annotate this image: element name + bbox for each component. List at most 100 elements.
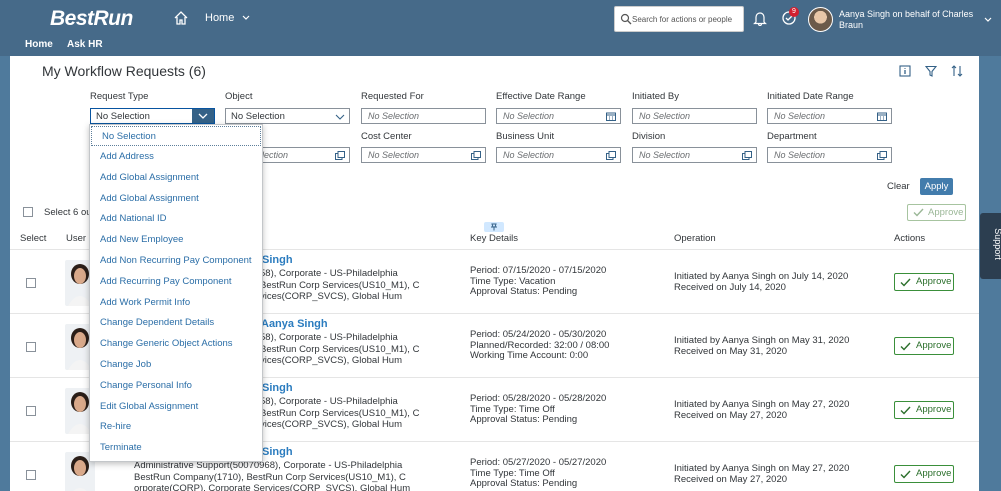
row-checkbox[interactable] [26, 470, 36, 480]
value-help-icon[interactable] [335, 151, 345, 160]
bell-icon[interactable] [753, 11, 767, 26]
support-tab[interactable]: Support [980, 213, 1001, 279]
home-menu[interactable]: Home [205, 12, 234, 24]
initiated-date-placeholder: No Selection [774, 111, 826, 121]
dropdown-item[interactable]: Add National ID [90, 209, 262, 229]
object-select[interactable]: No Selection [225, 108, 350, 124]
clear-button[interactable]: Clear [887, 181, 910, 192]
cost-center-placeholder: No Selection [368, 150, 420, 160]
user-name-link[interactable]: Singh [262, 382, 293, 394]
business-unit-field[interactable]: No Selection [496, 147, 621, 163]
object-value: No Selection [231, 111, 285, 122]
request-type-select[interactable]: No Selection [90, 108, 215, 124]
operation-info: Initiated by Aanya Singh on July 14, 202… [674, 271, 849, 293]
key-details: Period: 07/15/2020 - 07/15/2020 Time Type… [470, 265, 607, 297]
effective-date-placeholder: No Selection [503, 111, 555, 121]
operation-info: Initiated by Aanya Singh on May 31, 2020… [674, 335, 850, 357]
approve-label: Approve [916, 340, 952, 351]
initiated-by-placeholder: No Selection [639, 111, 691, 121]
key-details: Period: 05/28/2020 - 05/28/2020 Time Type… [470, 393, 607, 425]
apply-button[interactable]: Apply [920, 178, 953, 195]
filter-icon[interactable] [925, 65, 937, 77]
effective-date-range-field[interactable]: No Selection [496, 108, 621, 124]
request-type-label: Request Type [90, 91, 149, 102]
approve-button[interactable]: Approve [894, 401, 954, 419]
department-field[interactable]: No Selection [767, 147, 892, 163]
dropdown-item[interactable]: Change Personal Info [90, 376, 262, 396]
subnav-home[interactable]: Home [25, 39, 53, 50]
initiated-by-field[interactable]: No Selection [632, 108, 757, 124]
dropdown-item[interactable]: Add Non Recurring Pay Component [90, 251, 262, 271]
dropdown-item[interactable]: Change Job [90, 355, 262, 375]
department-placeholder: No Selection [774, 150, 826, 160]
business-unit-label: Business Unit [496, 131, 555, 142]
value-help-icon[interactable] [742, 151, 752, 160]
org-info: Administrative Support(50070968), Corpor… [134, 460, 411, 491]
org-info: 58), Corporate - US-Philadelphia BestRun … [260, 332, 420, 366]
dropdown-item[interactable]: Terminate [90, 438, 262, 458]
initiated-date-range-field[interactable]: No Selection [767, 108, 892, 124]
select-all-checkbox[interactable] [23, 207, 33, 217]
value-help-icon[interactable] [606, 151, 616, 160]
calendar-icon[interactable] [877, 112, 887, 121]
user-name[interactable]: Aanya Singh on behalf of Charles Braun [839, 9, 979, 31]
requested-for-field[interactable]: No Selection [361, 108, 486, 124]
chevron-down-icon[interactable] [241, 13, 251, 23]
home-icon[interactable] [173, 10, 189, 26]
pin-icon [491, 223, 497, 231]
approve-selected-button[interactable]: Approve [907, 204, 966, 221]
dropdown-item[interactable]: Change Dependent Details [90, 313, 262, 333]
search-icon [620, 13, 632, 25]
checkmark-icon [900, 406, 911, 415]
dropdown-item[interactable]: Add New Employee [90, 230, 262, 250]
dropdown-item[interactable]: Add Global Assignment [90, 168, 262, 188]
dropdown-item[interactable]: Add Recurring Pay Component [90, 272, 262, 292]
avatar[interactable] [808, 7, 833, 32]
support-label: Support [992, 228, 1001, 260]
initiated-date-range-label: Initiated Date Range [767, 91, 854, 102]
value-help-icon[interactable] [471, 151, 481, 160]
division-placeholder: No Selection [639, 150, 691, 160]
dropdown-item[interactable]: Re-hire [90, 417, 262, 437]
search-field[interactable]: Search for actions or people [614, 6, 744, 32]
dropdown-item[interactable]: Add Address [90, 147, 262, 167]
dropdown-item[interactable]: Change Generic Object Actions [90, 334, 262, 354]
cost-center-field[interactable]: No Selection [361, 147, 486, 163]
chevron-down-icon[interactable] [335, 112, 345, 121]
dropdown-item[interactable]: Edit Global Assignment [90, 397, 262, 417]
user-name-link[interactable]: Singh [262, 254, 293, 266]
bestrun-logo[interactable]: BestRun [50, 7, 133, 31]
user-name-link[interactable]: Singh [262, 446, 293, 458]
search-placeholder: Search for actions or people [632, 15, 733, 24]
operation-info: Initiated by Aanya Singh on May 27, 2020… [674, 463, 850, 485]
user-name-link[interactable]: Aanya Singh [261, 318, 328, 330]
info-icon[interactable] [899, 65, 911, 77]
shell-header: BestRun Home Search for actions or peopl… [0, 0, 1001, 56]
row-checkbox[interactable] [26, 406, 36, 416]
subnav-ask-hr[interactable]: Ask HR [67, 39, 103, 50]
dropdown-item[interactable]: Add Work Permit Info [90, 293, 262, 313]
dropdown-item[interactable]: No Selection [91, 126, 261, 146]
request-type-dropdown-button[interactable] [192, 109, 214, 123]
cost-center-label: Cost Center [361, 131, 412, 142]
key-details: Period: 05/27/2020 - 05/27/2020 Time Type… [470, 457, 607, 489]
dropdown-item[interactable]: Add Global Assignment [90, 189, 262, 209]
approve-button[interactable]: Approve [894, 337, 954, 355]
approve-button[interactable]: Approve [894, 465, 954, 483]
initiated-by-label: Initiated By [632, 91, 679, 102]
operation-info: Initiated by Aanya Singh on May 27, 2020… [674, 399, 850, 421]
chevron-down-icon[interactable] [983, 15, 993, 25]
row-checkbox[interactable] [26, 342, 36, 352]
hidden-filter-placeholder: lection [262, 150, 289, 160]
sort-icon[interactable] [951, 65, 963, 77]
checkmark-icon [900, 470, 911, 479]
column-header-select: Select [20, 233, 47, 244]
approve-button[interactable]: Approve [894, 273, 954, 291]
row-checkbox[interactable] [26, 278, 36, 288]
pin-header-button[interactable] [484, 222, 504, 232]
division-field[interactable]: No Selection [632, 147, 757, 163]
calendar-icon[interactable] [606, 112, 616, 121]
checkmark-icon [900, 278, 911, 287]
value-help-icon[interactable] [877, 151, 887, 160]
requested-for-placeholder: No Selection [368, 111, 420, 121]
